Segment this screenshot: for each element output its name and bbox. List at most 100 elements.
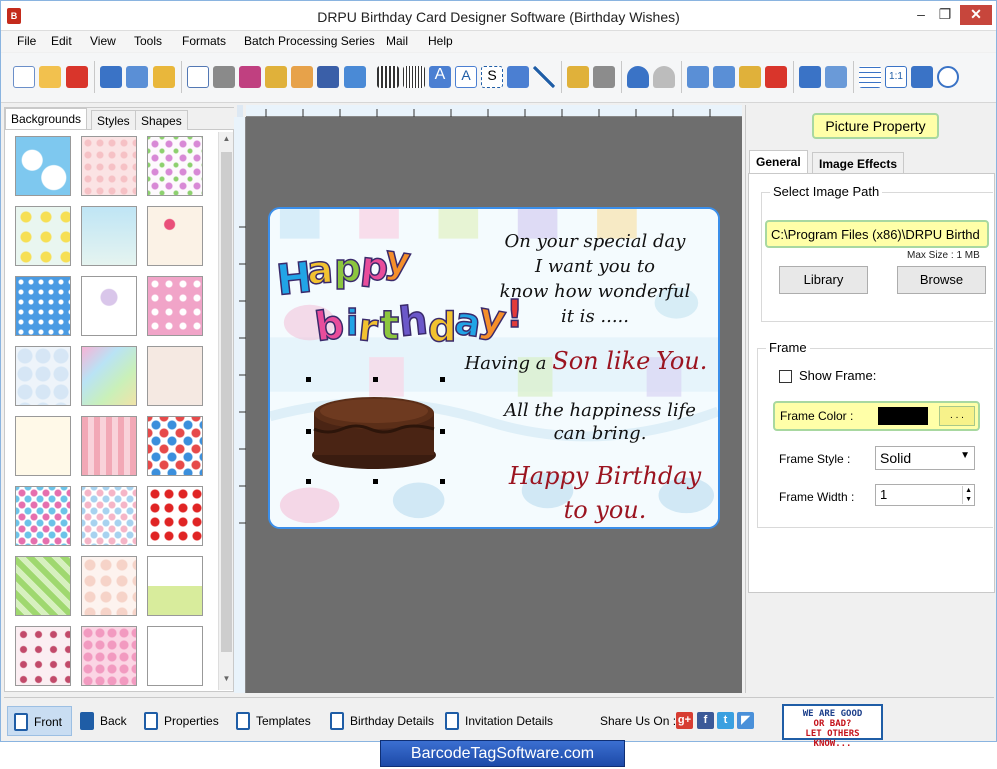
resize-handle[interactable] <box>440 479 445 484</box>
scroll-down-icon[interactable]: ▼ <box>219 674 234 688</box>
background-thumbnail[interactable] <box>147 346 203 406</box>
browse-button[interactable]: Browse <box>897 266 986 294</box>
batch-print-icon[interactable] <box>239 66 261 88</box>
redo-icon[interactable] <box>653 66 675 88</box>
bring-front-icon[interactable] <box>799 66 821 88</box>
text-icon[interactable]: A <box>429 66 451 88</box>
save-icon[interactable] <box>100 66 122 88</box>
background-thumbnail[interactable] <box>15 486 71 546</box>
background-thumbnail[interactable] <box>81 346 137 406</box>
background-thumbnail[interactable] <box>15 416 71 476</box>
background-thumbnail[interactable] <box>15 276 71 336</box>
google-plus-icon[interactable]: g+ <box>676 712 693 729</box>
share-icon[interactable]: ◤ <box>737 712 754 729</box>
background-thumbnail[interactable] <box>147 276 203 336</box>
resize-handle[interactable] <box>440 429 445 434</box>
background-thumbnail[interactable] <box>15 136 71 196</box>
paste-icon[interactable] <box>739 66 761 88</box>
pen-icon[interactable] <box>317 66 339 88</box>
picture-icon[interactable] <box>344 66 366 88</box>
chocolate-cake-icon[interactable] <box>308 385 440 477</box>
design-canvas[interactable]: H a p p y b i r t h d a y ! On your spec… <box>246 117 742 693</box>
line-icon[interactable] <box>533 66 555 88</box>
birthday-details-button[interactable]: Birthday Details <box>324 706 436 736</box>
card-message-mid[interactable]: All the happiness life can bring. <box>480 399 718 445</box>
front-button[interactable]: Front <box>7 706 72 736</box>
menu-view[interactable]: View <box>90 34 116 48</box>
database-icon[interactable] <box>567 66 589 88</box>
show-frame-checkbox[interactable] <box>779 370 792 383</box>
actual-size-icon[interactable]: 1:1 <box>885 66 907 88</box>
background-thumbnail[interactable] <box>81 276 137 336</box>
background-thumbnail[interactable] <box>81 486 137 546</box>
copy-icon[interactable] <box>713 66 735 88</box>
image-path-field[interactable]: C:\Program Files (x86)\DRPU Birthd <box>765 220 989 248</box>
menu-file[interactable]: File <box>17 34 36 48</box>
background-thumbnail[interactable] <box>15 556 71 616</box>
barcode-linear-icon[interactable] <box>377 66 399 88</box>
frame-width-stepper[interactable]: 1 ▲ ▼ <box>875 484 975 506</box>
background-thumbnail[interactable] <box>15 206 71 266</box>
resize-handle[interactable] <box>306 479 311 484</box>
spinner-arrows-icon[interactable]: ▲ ▼ <box>962 486 972 504</box>
birthday-card[interactable]: H a p p y b i r t h d a y ! On your spec… <box>268 207 720 529</box>
undo-icon[interactable] <box>627 66 649 88</box>
print-preview-icon[interactable] <box>187 66 209 88</box>
close-button[interactable]: ✕ <box>960 5 992 25</box>
menu-mail[interactable]: Mail <box>386 34 408 48</box>
background-thumbnail[interactable] <box>147 416 203 476</box>
background-thumbnail[interactable] <box>147 626 203 686</box>
picture-property-button[interactable]: Picture Property <box>812 113 939 139</box>
mail-icon[interactable] <box>507 66 529 88</box>
frame-color-picker-button[interactable]: . . . <box>939 406 975 426</box>
barcode-2d-icon[interactable] <box>403 66 425 88</box>
background-thumbnail[interactable] <box>147 556 203 616</box>
card-icon[interactable] <box>291 66 313 88</box>
resize-handle[interactable] <box>373 377 378 382</box>
background-thumbnail[interactable] <box>81 206 137 266</box>
zoom-icon[interactable] <box>937 66 959 88</box>
tab-styles[interactable]: Styles <box>91 110 136 130</box>
invitation-details-button[interactable]: Invitation Details <box>439 706 559 736</box>
close-file-icon[interactable] <box>66 66 88 88</box>
new-file-icon[interactable] <box>13 66 35 88</box>
tab-general[interactable]: General <box>749 150 808 174</box>
scrollbar-thumb[interactable] <box>221 152 232 652</box>
send-back-icon[interactable] <box>825 66 847 88</box>
tab-image-effects[interactable]: Image Effects <box>812 152 905 174</box>
word-art-icon[interactable]: A <box>455 66 477 88</box>
background-thumbnail[interactable] <box>147 136 203 196</box>
tab-shapes[interactable]: Shapes <box>135 110 188 130</box>
background-thumbnail[interactable] <box>81 416 137 476</box>
menu-batch-processing[interactable]: Batch Processing Series <box>244 34 375 48</box>
backgrounds-scrollbar[interactable]: ▲ ▼ <box>218 132 233 690</box>
menu-formats[interactable]: Formats <box>182 34 226 48</box>
back-button[interactable]: Back <box>74 706 134 736</box>
maximize-button[interactable]: ❐ <box>933 5 957 25</box>
grid-icon[interactable] <box>859 66 881 88</box>
background-thumbnail[interactable] <box>81 626 137 686</box>
menu-tools[interactable]: Tools <box>134 34 162 48</box>
resize-handle[interactable] <box>440 377 445 382</box>
menu-help[interactable]: Help <box>428 34 453 48</box>
signature-icon[interactable]: S <box>481 66 503 88</box>
scroll-up-icon[interactable]: ▲ <box>219 134 234 148</box>
minimize-button[interactable]: – <box>909 5 933 25</box>
background-thumbnail[interactable] <box>15 346 71 406</box>
menu-edit[interactable]: Edit <box>51 34 72 48</box>
card-message-son[interactable]: Having a Son like You. <box>456 347 716 375</box>
background-thumbnail[interactable] <box>81 136 137 196</box>
background-thumbnail[interactable] <box>81 556 137 616</box>
resize-handle[interactable] <box>373 479 378 484</box>
library-icon[interactable] <box>265 66 287 88</box>
open-folder-icon[interactable] <box>39 66 61 88</box>
resize-handle[interactable] <box>306 429 311 434</box>
card-message-wish[interactable]: Happy Birthday to you. <box>490 459 718 527</box>
fit-window-icon[interactable] <box>911 66 933 88</box>
background-thumbnail[interactable] <box>15 626 71 686</box>
database-settings-icon[interactable] <box>593 66 615 88</box>
tab-backgrounds[interactable]: Backgrounds <box>5 108 88 129</box>
twitter-icon[interactable]: t <box>717 712 734 729</box>
background-thumbnail[interactable] <box>147 206 203 266</box>
card-message-top[interactable]: On your special day I want you to know h… <box>470 229 718 329</box>
